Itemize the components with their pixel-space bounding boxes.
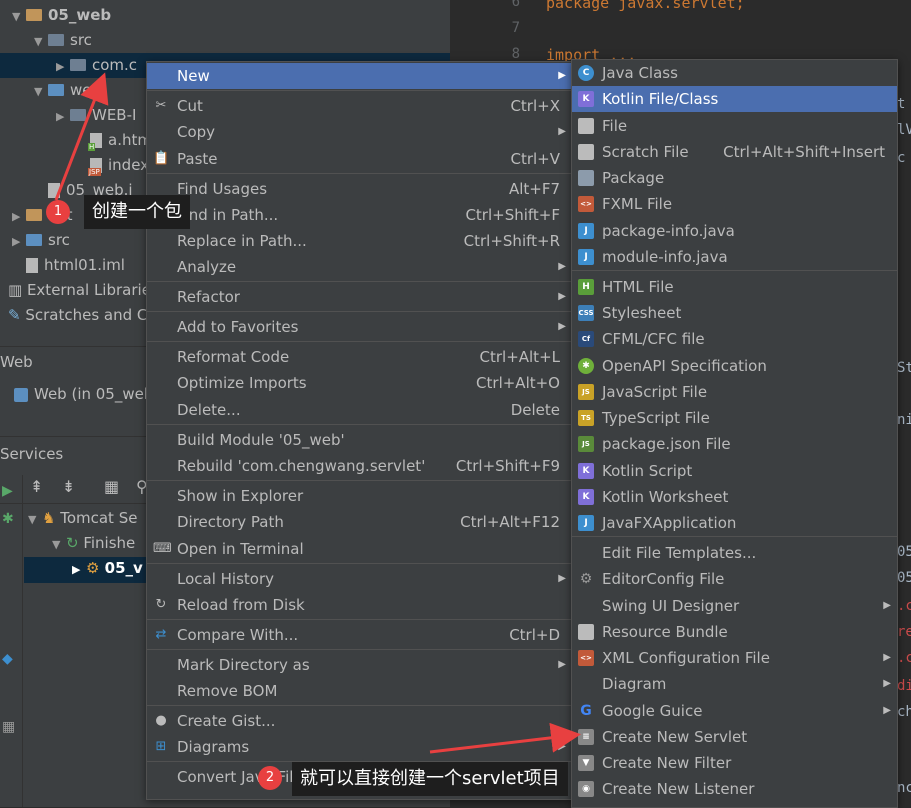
annotation-arrow-2: [429, 722, 581, 754]
annotation-badge-2: 2: [258, 766, 282, 790]
annotation-arrows: [54, 72, 581, 754]
annotation-note-2: 就可以直接创建一个servlet项目: [292, 762, 568, 796]
annotation-note-1: 创建一个包: [84, 195, 190, 229]
annotation-badge-1: 1: [46, 200, 70, 224]
annotation-arrow-1: [54, 72, 109, 201]
